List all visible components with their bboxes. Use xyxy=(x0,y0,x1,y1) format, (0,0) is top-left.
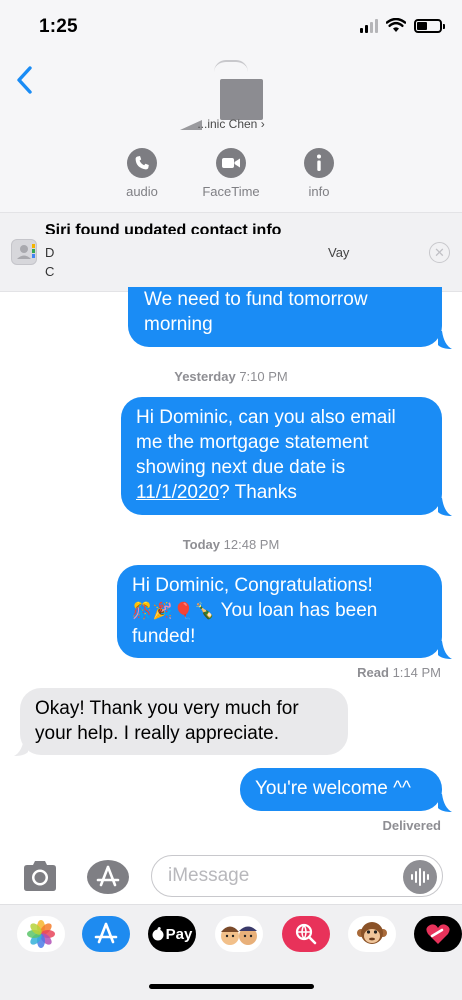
outgoing-message[interactable]: You're welcome ^^ xyxy=(240,768,442,811)
delivered-receipt: Delivered xyxy=(382,818,441,833)
read-receipt: Read 1:14 PM xyxy=(357,665,441,680)
message-line: me the mortgage statement xyxy=(136,432,369,453)
message-input[interactable] xyxy=(151,855,443,897)
siri-banner-line1-end: Vay xyxy=(328,245,350,260)
audio-button[interactable]: audio xyxy=(102,148,182,199)
outgoing-message[interactable]: Hi Dominic, Congratulations! 🎊🎉🎈🍾 You lo… xyxy=(117,565,442,658)
facetime-label: FaceTime xyxy=(202,184,260,199)
timestamp: Yesterday 7:10 PM xyxy=(174,369,288,384)
camera-button[interactable] xyxy=(21,860,59,892)
bubble-tail xyxy=(438,794,452,812)
audio-label: audio xyxy=(126,184,158,199)
memoji-icon[interactable] xyxy=(215,916,263,952)
home-indicator[interactable] xyxy=(149,984,314,989)
message-line: showing next due date is xyxy=(136,457,346,478)
outgoing-message[interactable]: Hi Dominic, can you also email me the mo… xyxy=(121,397,442,515)
app-store-icon xyxy=(96,865,120,887)
bubble-tail xyxy=(438,641,452,659)
message-line: morning xyxy=(144,314,213,335)
siri-banner-line2: C xyxy=(45,264,55,279)
chevron-left-icon xyxy=(17,66,32,94)
app-store-icon[interactable] xyxy=(82,916,130,952)
info-label: info xyxy=(308,184,330,199)
message-line: your help. I really appreciate. xyxy=(35,723,279,744)
conversation-header: 1:25 ...inic Chen › audio FaceTime info xyxy=(0,0,462,212)
avatar[interactable] xyxy=(220,79,263,120)
waveform-icon xyxy=(411,868,429,886)
camera-icon xyxy=(24,861,56,891)
contact-name-text: ...inic Chen xyxy=(197,117,258,128)
timestamp: Today 12:48 PM xyxy=(182,537,280,552)
bubble-tail xyxy=(14,738,28,756)
phone-icon xyxy=(135,156,149,170)
app-store-button[interactable] xyxy=(87,860,129,894)
message-line: Hi Dominic, can you also email xyxy=(136,407,396,428)
back-button[interactable] xyxy=(10,62,40,98)
message-line: Hi Dominic, Congratulations! xyxy=(132,575,373,596)
celebration-emoji: 🎊🎉🎈🍾 xyxy=(132,603,216,620)
siri-suggestion-banner[interactable]: Siri found updated contact info D Vay C … xyxy=(0,212,462,292)
close-icon[interactable]: ✕ xyxy=(429,242,450,263)
contact-card-icon xyxy=(11,239,37,265)
message-text: You loan has been xyxy=(220,600,378,621)
message-line: Okay! Thank you very much for xyxy=(35,698,299,719)
facetime-button[interactable]: FaceTime xyxy=(191,148,271,199)
date-link[interactable]: 11/1/2020 xyxy=(136,482,219,503)
message-text: ? Thanks xyxy=(219,482,297,503)
apple-pay-label: Pay xyxy=(165,925,193,943)
web-search-icon[interactable] xyxy=(282,916,330,952)
cellular-signal-icon xyxy=(360,18,378,33)
siri-banner-line1-start: D xyxy=(45,245,55,260)
siri-banner-title: Siri found updated contact info xyxy=(45,222,282,234)
monkey-animoji-icon[interactable] xyxy=(348,916,396,952)
bubble-tail xyxy=(438,498,452,516)
message-line: funded! xyxy=(132,626,196,647)
contact-actions: audio FaceTime info xyxy=(0,148,462,199)
battery-icon xyxy=(414,18,445,33)
wifi-icon xyxy=(386,18,406,32)
contact-name[interactable]: ...inic Chen › xyxy=(0,116,462,128)
video-camera-icon xyxy=(222,158,240,168)
incoming-message[interactable]: Okay! Thank you very much for your help.… xyxy=(20,688,348,755)
chevron-right-icon: › xyxy=(260,117,265,128)
digital-touch-icon[interactable] xyxy=(414,916,462,952)
apple-pay-icon[interactable]: Pay xyxy=(148,916,196,952)
message-line: You're welcome ^^ xyxy=(255,778,411,799)
photos-app-icon[interactable] xyxy=(17,916,65,952)
info-icon xyxy=(317,154,321,171)
outgoing-message[interactable]: We need to fund tomorrow morning xyxy=(128,287,442,347)
audio-message-button[interactable] xyxy=(403,860,437,894)
avatar-outline xyxy=(214,60,248,72)
status-icons xyxy=(360,18,445,33)
info-button[interactable]: info xyxy=(279,148,359,199)
status-time: 1:25 xyxy=(39,16,78,37)
message-line: We need to fund tomorrow xyxy=(144,289,368,310)
bubble-tail xyxy=(438,331,452,349)
